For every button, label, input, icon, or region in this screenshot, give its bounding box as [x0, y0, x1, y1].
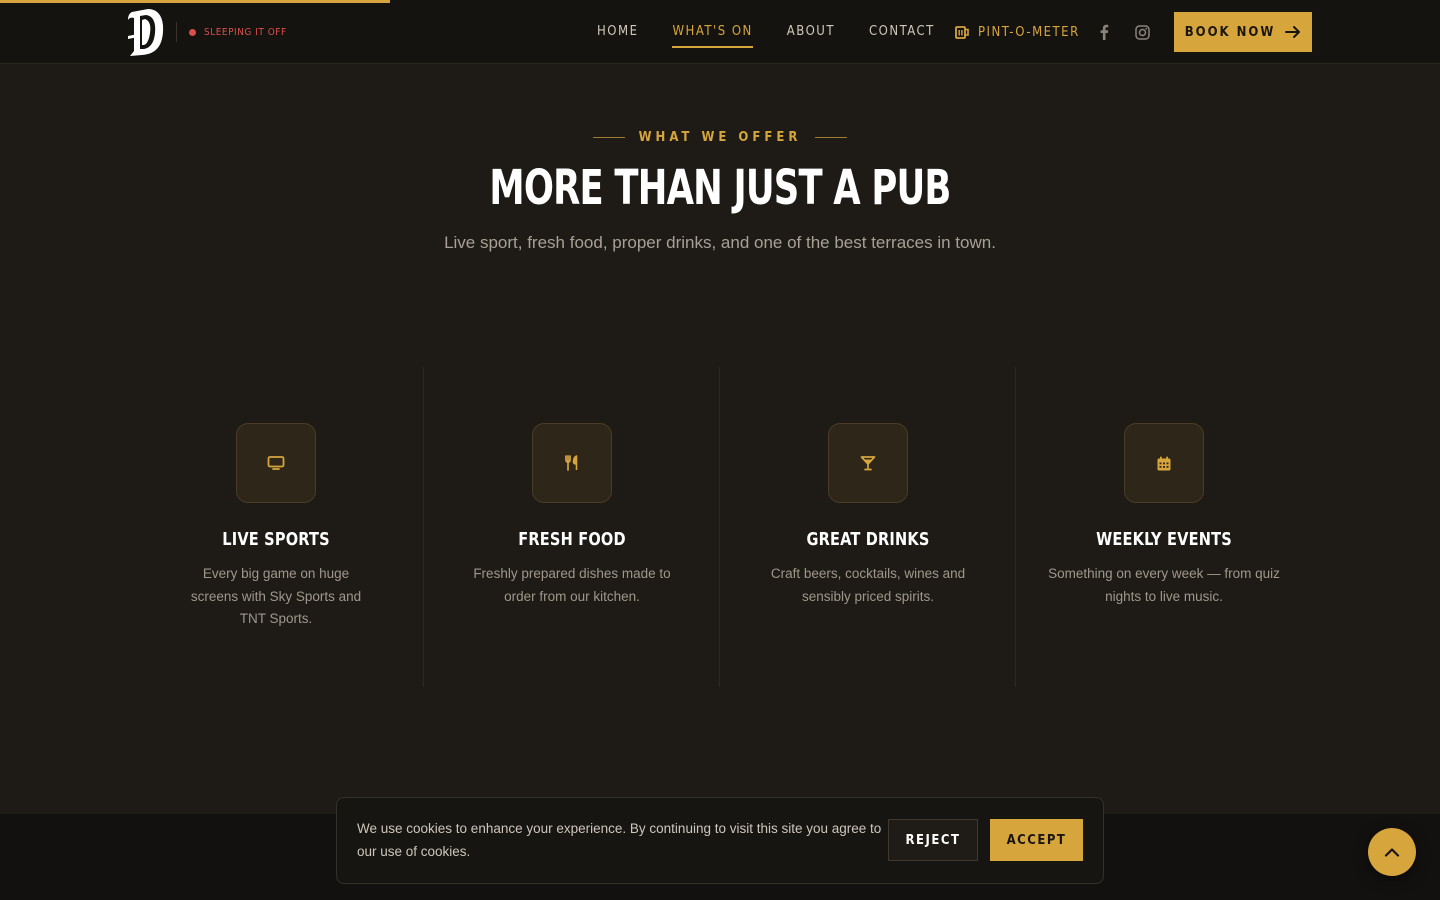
- status-dot-icon: [189, 28, 196, 36]
- feature-desc: Something on every week — from quiz nigh…: [1048, 566, 1280, 604]
- feature-icon-box: [532, 423, 612, 503]
- feature-desc: Freshly prepared dishes made to order fr…: [473, 566, 671, 604]
- accept-cookies-button[interactable]: ACCEPT: [990, 819, 1083, 861]
- pint-o-meter-label: PINT-O-METER: [978, 24, 1080, 40]
- feature-icon-box: [828, 423, 908, 503]
- feature-card-live-sports: LIVE SPORTS Every big game on huge scree…: [128, 367, 424, 687]
- arrow-right-icon: [1285, 26, 1301, 38]
- section-title: MORE THAN JUST A PUB: [489, 160, 951, 216]
- features-grid: LIVE SPORTS Every big game on huge scree…: [128, 367, 1312, 687]
- cookie-text: We use cookies to enhance your experienc…: [357, 821, 882, 859]
- utensils-icon: [565, 455, 578, 471]
- top-nav: SLEEPING IT OFF HOME WHAT'S ON ABOUT CON…: [0, 0, 1440, 64]
- eyebrow-line-right: [815, 137, 848, 138]
- main-menu: HOME WHAT'S ON ABOUT CONTACT: [580, 0, 952, 64]
- logo[interactable]: [126, 6, 166, 58]
- logo-divider: [176, 22, 177, 42]
- calendar-icon: [1157, 456, 1171, 470]
- feature-card-great-drinks: GREAT DRINKS Craft beers, cocktails, win…: [720, 367, 1016, 687]
- nav-whats-on[interactable]: WHAT'S ON: [672, 22, 754, 48]
- eyebrow-line-left: [592, 137, 625, 138]
- back-to-top-button[interactable]: [1368, 828, 1416, 876]
- feature-title: FRESH FOOD: [518, 529, 626, 550]
- feature-icon-box: [1124, 423, 1204, 503]
- feature-desc: Every big game on huge screens with Sky …: [190, 566, 362, 626]
- book-now-label: BOOK NOW: [1184, 24, 1276, 40]
- cocktail-icon: [860, 456, 876, 471]
- nav-contact[interactable]: CONTACT: [869, 22, 935, 42]
- feature-title: WEEKLY EVENTS: [1096, 529, 1232, 550]
- section-eyebrow: WHAT WE OFFER: [0, 130, 1440, 145]
- status-text: SLEEPING IT OFF: [204, 26, 287, 38]
- gothic-d-logo-icon: [128, 9, 164, 56]
- scroll-progress-bar: [0, 0, 390, 3]
- section-subtitle: Live sport, fresh food, proper drinks, a…: [444, 233, 996, 252]
- facebook-icon: [1100, 24, 1109, 40]
- feature-title: GREAT DRINKS: [806, 529, 930, 550]
- feature-title: LIVE SPORTS: [222, 529, 330, 550]
- chevron-up-icon: [1384, 848, 1400, 857]
- feature-card-fresh-food: FRESH FOOD Freshly prepared dishes made …: [424, 367, 720, 687]
- feature-card-weekly-events: WEEKLY EVENTS Something on every week — …: [1016, 367, 1312, 687]
- tv-icon: [267, 456, 285, 470]
- feature-desc: Craft beers, cocktails, wines and sensib…: [770, 566, 966, 604]
- feature-icon-box: [236, 423, 316, 503]
- instagram-icon: [1134, 24, 1150, 40]
- eyebrow-text: WHAT WE OFFER: [638, 130, 802, 145]
- facebook-link[interactable]: [1094, 22, 1114, 42]
- pint-o-meter-link[interactable]: PINT-O-METER: [955, 22, 1080, 42]
- beer-mug-icon: [955, 25, 969, 39]
- nav-about[interactable]: ABOUT: [787, 22, 835, 42]
- cookie-banner: We use cookies to enhance your experienc…: [336, 797, 1104, 884]
- nav-home[interactable]: HOME: [597, 22, 638, 42]
- book-now-button[interactable]: BOOK NOW: [1174, 12, 1312, 52]
- instagram-link[interactable]: [1132, 22, 1152, 42]
- reject-cookies-button[interactable]: REJECT: [888, 819, 978, 861]
- status-indicator: SLEEPING IT OFF: [189, 26, 287, 38]
